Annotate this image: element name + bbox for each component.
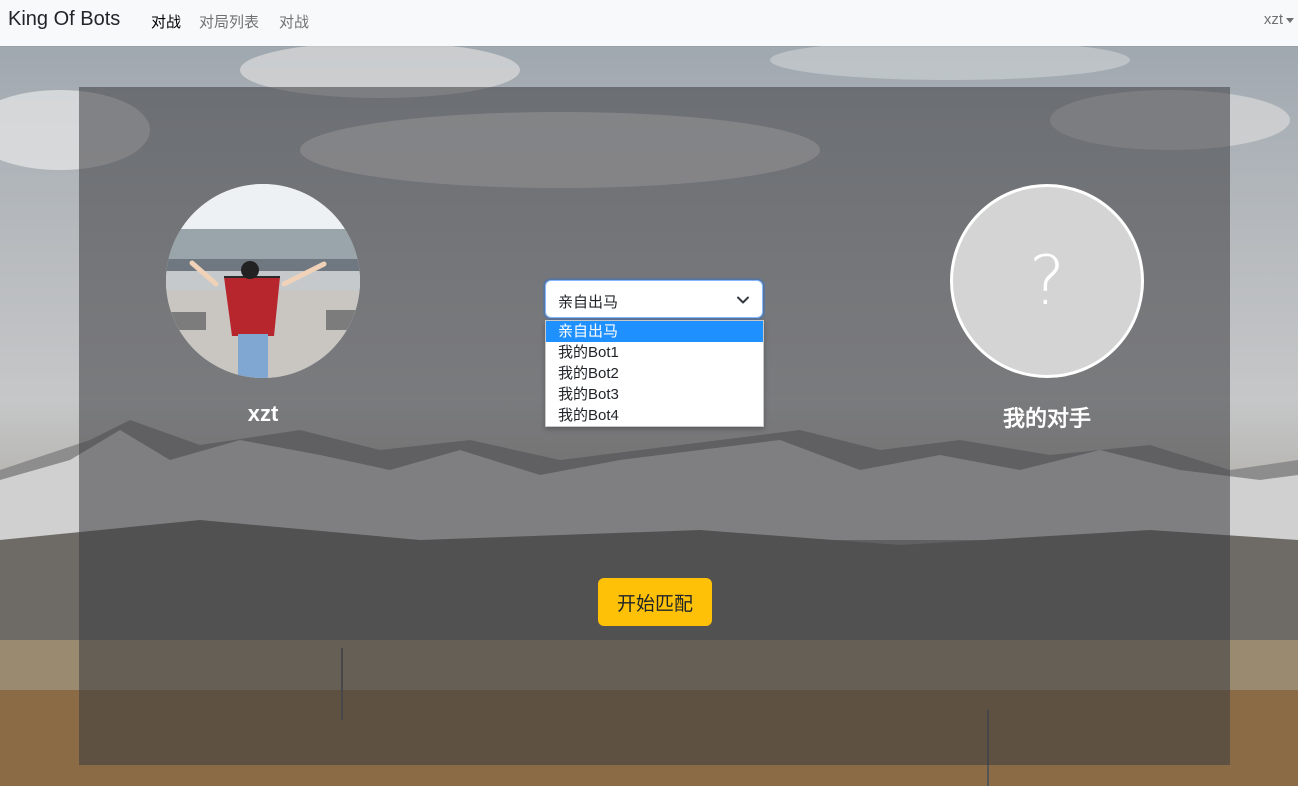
match-panel: xzt 亲自出马 亲自出马 我的Bot1 我的Bot2 我的Bot3 我的Bot…	[79, 87, 1230, 765]
start-match-button[interactable]: 开始匹配	[598, 578, 712, 626]
bot-select-value: 亲自出马	[558, 294, 619, 311]
question-mark-icon: ?	[1028, 241, 1066, 321]
nav-link-record-list[interactable]: 对局列表	[199, 11, 259, 32]
brand-logo-text[interactable]: King Of Bots	[8, 8, 120, 31]
bot-option-1[interactable]: 我的Bot1	[546, 342, 763, 363]
user-photo-icon	[166, 184, 360, 378]
my-avatar	[166, 184, 360, 378]
my-name: xzt	[247, 401, 279, 426]
nav-link-battle[interactable]: 对战	[151, 11, 181, 32]
chevron-down-icon	[737, 296, 749, 304]
bot-option-3[interactable]: 我的Bot3	[546, 384, 763, 405]
user-menu-label: xzt	[1263, 11, 1283, 28]
user-menu-dropdown[interactable]: xzt	[1264, 11, 1294, 28]
nav-link-battle-2[interactable]: 对战	[279, 11, 309, 32]
bot-option-self[interactable]: 亲自出马	[546, 321, 763, 342]
bot-option-4[interactable]: 我的Bot4	[546, 405, 763, 426]
top-navbar: King Of Bots 对战 对局列表 对战 xzt	[0, 0, 1298, 46]
bot-option-2[interactable]: 我的Bot2	[546, 363, 763, 384]
opponent-avatar: ?	[950, 184, 1144, 378]
caret-down-icon	[1286, 17, 1294, 23]
bot-select[interactable]: 亲自出马	[545, 280, 763, 318]
bot-select-dropdown: 亲自出马 我的Bot1 我的Bot2 我的Bot3 我的Bot4	[545, 320, 764, 427]
opponent-name: 我的对手	[1002, 406, 1091, 431]
